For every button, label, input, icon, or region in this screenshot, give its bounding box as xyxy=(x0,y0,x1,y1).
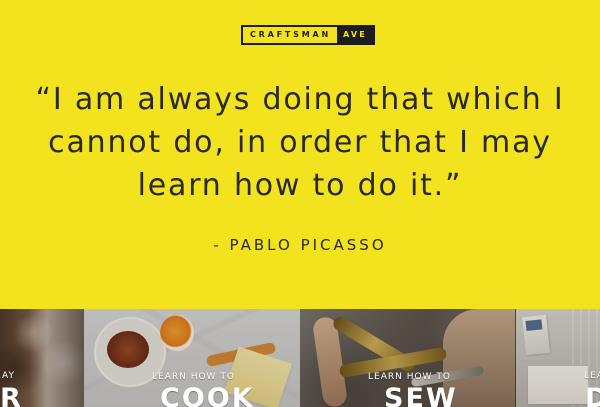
hero-section: CRAFTSMAN AVE “I am always doing that wh… xyxy=(0,0,600,309)
quote-author: - PABLO PICASSO xyxy=(213,236,387,254)
logo-suffix-text: AVE xyxy=(336,27,373,43)
category-big-label: R xyxy=(0,383,23,407)
brand-logo[interactable]: CRAFTSMAN AVE xyxy=(241,25,375,45)
category-small-label: LEAR xyxy=(584,371,600,381)
quote-line-2: cannot do, in order that I may xyxy=(48,125,552,160)
category-card-partial-left[interactable]: AY R xyxy=(0,309,84,407)
category-strip: AY R LEARN HOW TO COOK LEARN HOW TO SEW xyxy=(0,309,600,407)
category-small-label: LEARN HOW TO xyxy=(368,372,451,382)
category-card-partial-right[interactable]: LEAR D xyxy=(516,309,600,407)
quote-line-1: “I am always doing that which I xyxy=(35,82,565,117)
category-card-cook[interactable]: LEARN HOW TO COOK xyxy=(84,309,300,407)
quote-line-3: learn how to do it.” xyxy=(137,168,463,203)
category-big-label: D xyxy=(585,383,600,407)
category-small-label: AY xyxy=(2,371,15,381)
hero-quote: “I am always doing that which I cannot d… xyxy=(14,78,586,207)
category-small-label: LEARN HOW TO xyxy=(152,372,235,382)
category-big-label: COOK xyxy=(160,383,255,407)
logo-main-text: CRAFTSMAN xyxy=(250,30,331,39)
page: CRAFTSMAN AVE “I am always doing that wh… xyxy=(0,0,600,407)
category-big-label: SEW xyxy=(384,383,458,407)
category-card-sew[interactable]: LEARN HOW TO SEW xyxy=(300,309,516,407)
